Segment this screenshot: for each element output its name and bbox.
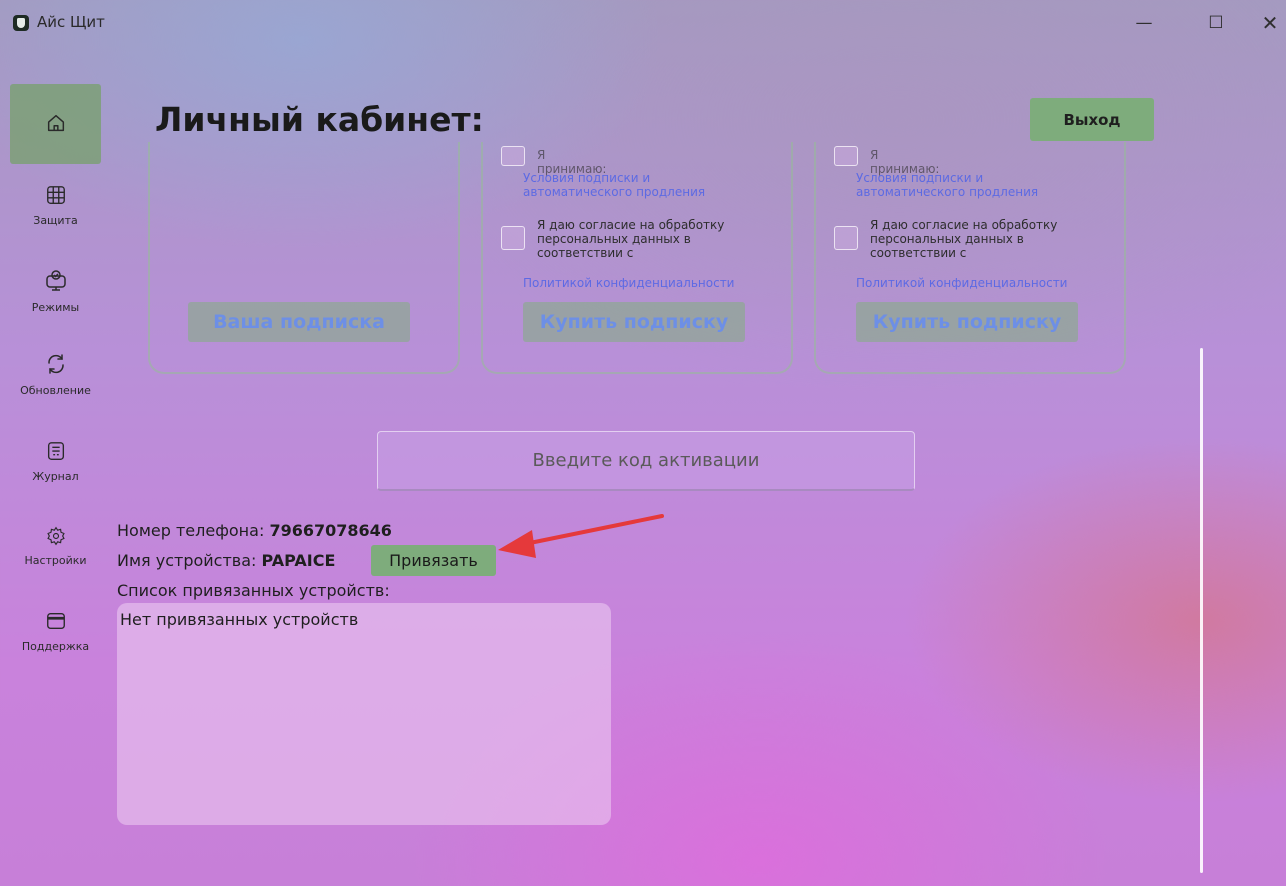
phone-value: 79667078646 xyxy=(269,521,392,540)
sidebar-item-label: Режимы xyxy=(31,301,80,314)
terms-link[interactable]: Условия подписки и автоматического продл… xyxy=(856,171,1076,199)
privacy-link[interactable]: Политикой конфиденциальности xyxy=(856,276,1067,290)
grid-icon xyxy=(46,186,65,204)
sidebar-item-support[interactable]: Поддержка xyxy=(10,610,101,653)
devices-list-label: Список привязанных устройств: xyxy=(117,581,390,600)
device-label: Имя устройства: xyxy=(117,551,257,570)
phone-label: Номер телефона: xyxy=(117,521,265,540)
subscription-card-plan-2: Я принимаю: Условия подписки и автоматич… xyxy=(814,142,1126,374)
phone-row: Номер телефона: 79667078646 xyxy=(117,521,392,540)
accept-checkbox[interactable] xyxy=(834,146,858,166)
privacy-link[interactable]: Политикой конфиденциальности xyxy=(523,276,734,290)
consent-checkbox[interactable] xyxy=(501,226,525,250)
gear-icon xyxy=(46,526,65,546)
sidebar-item-protection[interactable]: Защита xyxy=(10,184,101,227)
logout-button[interactable]: Выход xyxy=(1030,98,1154,141)
refresh-icon xyxy=(47,354,64,374)
minimize-button[interactable]: — xyxy=(1124,8,1164,38)
close-button[interactable]: ✕ xyxy=(1250,8,1286,38)
device-value: PAPAICE xyxy=(261,551,336,570)
sidebar-item-label: Настройки xyxy=(24,554,87,567)
journal-icon xyxy=(47,442,64,460)
sidebar-item-label: Защита xyxy=(33,214,78,227)
buy-subscription-button[interactable]: Купить подписку xyxy=(523,302,745,342)
consent-checkbox[interactable] xyxy=(834,226,858,250)
sidebar-item-label: Журнал xyxy=(32,470,79,483)
device-row: Имя устройства: PAPAICE xyxy=(117,551,335,570)
monitor-icon xyxy=(45,270,66,291)
sidebar-item-modes[interactable]: Режимы xyxy=(10,269,101,314)
sidebar-item-label: Поддержка xyxy=(21,640,90,653)
terms-link[interactable]: Условия подписки и автоматического продл… xyxy=(523,171,743,199)
scrollbar[interactable] xyxy=(1200,348,1203,873)
maximize-button[interactable]: ☐ xyxy=(1196,8,1236,38)
devices-empty-text: Нет привязанных устройств xyxy=(120,610,359,629)
your-subscription-button[interactable]: Ваша подписка xyxy=(188,302,410,342)
consent-text: Я даю согласие на обработку персональных… xyxy=(870,218,1058,260)
window-icon xyxy=(46,612,65,630)
sidebar-item-journal[interactable]: Журнал xyxy=(10,440,101,483)
sidebar-item-settings[interactable]: Настройки xyxy=(10,526,101,567)
activation-code-input[interactable] xyxy=(377,431,915,491)
subscription-card-plan-1: Я принимаю: Условия подписки и автоматич… xyxy=(481,142,793,374)
linked-devices-list[interactable]: Нет привязанных устройств xyxy=(117,603,611,825)
accept-checkbox[interactable] xyxy=(501,146,525,166)
sidebar-item-update[interactable]: Обновление xyxy=(10,352,101,397)
subscription-card-current: Ваша подписка xyxy=(148,142,460,374)
window-title: Айс Щит xyxy=(37,13,105,31)
sidebar-item-label: Обновление xyxy=(20,384,91,397)
sidebar-item-home[interactable] xyxy=(10,84,101,164)
page-title: Личный кабинет: xyxy=(155,100,484,139)
bind-device-button[interactable]: Привязать xyxy=(371,545,496,576)
title-bar: Айс Щит — ☐ ✕ xyxy=(0,0,1286,40)
buy-subscription-button[interactable]: Купить подписку xyxy=(856,302,1078,342)
app-shield-icon xyxy=(13,15,29,31)
consent-text: Я даю согласие на обработку персональных… xyxy=(537,218,725,260)
home-icon xyxy=(47,114,64,132)
